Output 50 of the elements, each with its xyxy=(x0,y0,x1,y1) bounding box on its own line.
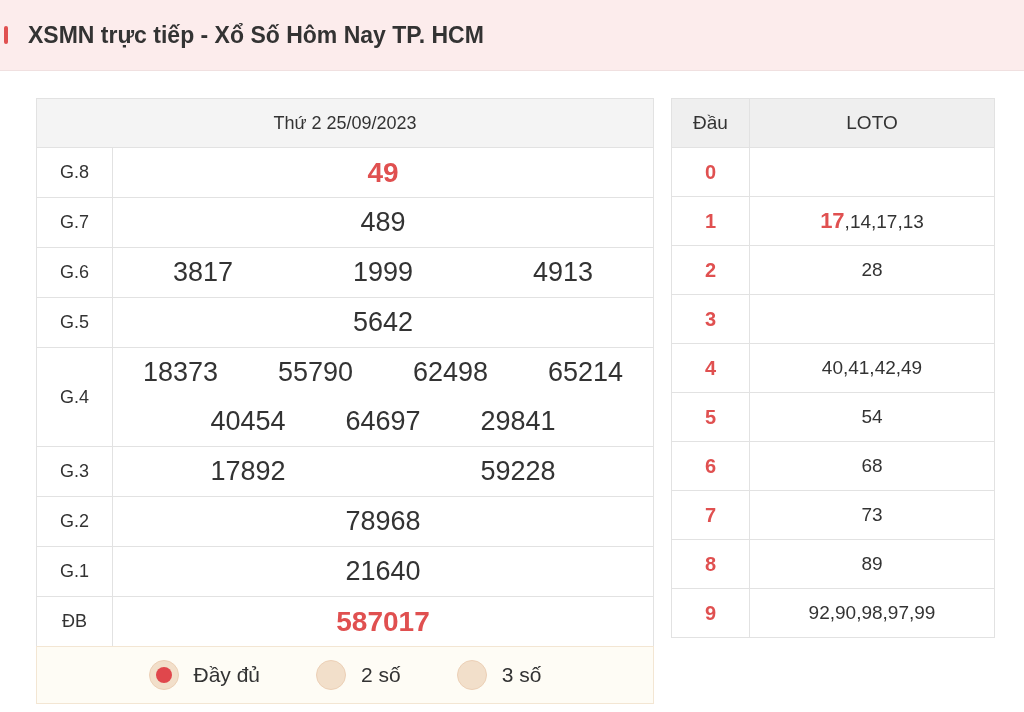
head-digit: 0 xyxy=(672,148,750,196)
prize-number: 29841 xyxy=(480,406,556,437)
radio-button[interactable] xyxy=(456,660,487,690)
prize-number: 21640 xyxy=(345,556,421,587)
prize-number: 59228 xyxy=(480,456,556,487)
column-header: LOTO xyxy=(845,111,899,135)
prize-number: 587017 xyxy=(336,605,430,638)
head-digit: 7 xyxy=(672,491,750,539)
head-digit: 3 xyxy=(672,295,750,343)
radio-button[interactable] xyxy=(148,660,179,690)
display-option[interactable]: Đầy đủ xyxy=(148,660,261,690)
loto-numbers: 89 xyxy=(861,553,883,575)
column-header: Đầu xyxy=(672,99,750,147)
head-digit: 1 xyxy=(672,197,750,245)
prize-number: 62498 xyxy=(412,357,489,388)
loto-numbers: 54 xyxy=(861,406,883,428)
prize-number: 18373 xyxy=(142,357,219,388)
option-label: 3 số xyxy=(501,663,542,687)
loto-numbers: 68 xyxy=(861,455,883,477)
head-digit: 5 xyxy=(672,393,750,441)
prize-number: 4913 xyxy=(532,257,594,288)
prize-number: 1999 xyxy=(352,257,414,288)
prize-number: 65214 xyxy=(547,357,624,388)
draw-date: Thứ 2 25/09/2023 xyxy=(37,99,653,148)
head-digit: 8 xyxy=(672,540,750,588)
accent-bar xyxy=(4,26,8,44)
option-label: 2 số xyxy=(361,663,401,687)
page-title: XSMN trực tiếp - Xổ Số Hôm Nay TP. HCM xyxy=(28,21,484,49)
prize-number: 55790 xyxy=(277,357,354,388)
option-label: Đầy đủ xyxy=(193,663,261,687)
head-digit: 4 xyxy=(672,344,750,392)
prize-number: 78968 xyxy=(345,506,421,537)
loto-numbers: 28 xyxy=(861,259,883,281)
loto-numbers: 92,90,98,97,99 xyxy=(808,602,936,624)
prize-number: 17892 xyxy=(210,456,286,487)
loto-numbers: 73 xyxy=(861,504,883,526)
prize-number: 64697 xyxy=(345,406,421,437)
display-option[interactable]: 2 số xyxy=(316,660,401,690)
radio-button[interactable] xyxy=(316,660,347,690)
prize-number: 5642 xyxy=(352,307,414,338)
prize-number: 40454 xyxy=(210,406,286,437)
head-digit: 6 xyxy=(672,442,750,490)
loto-numbers: 17,14,17,13 xyxy=(820,208,924,234)
loto-numbers: 40,41,42,49 xyxy=(821,357,923,379)
prize-number: 49 xyxy=(367,156,399,189)
display-option[interactable]: 3 số xyxy=(456,660,542,690)
head-digit: 2 xyxy=(672,246,750,294)
prize-number: 489 xyxy=(360,207,406,238)
prize-number: 3817 xyxy=(172,257,234,288)
head-digit: 9 xyxy=(672,589,750,637)
